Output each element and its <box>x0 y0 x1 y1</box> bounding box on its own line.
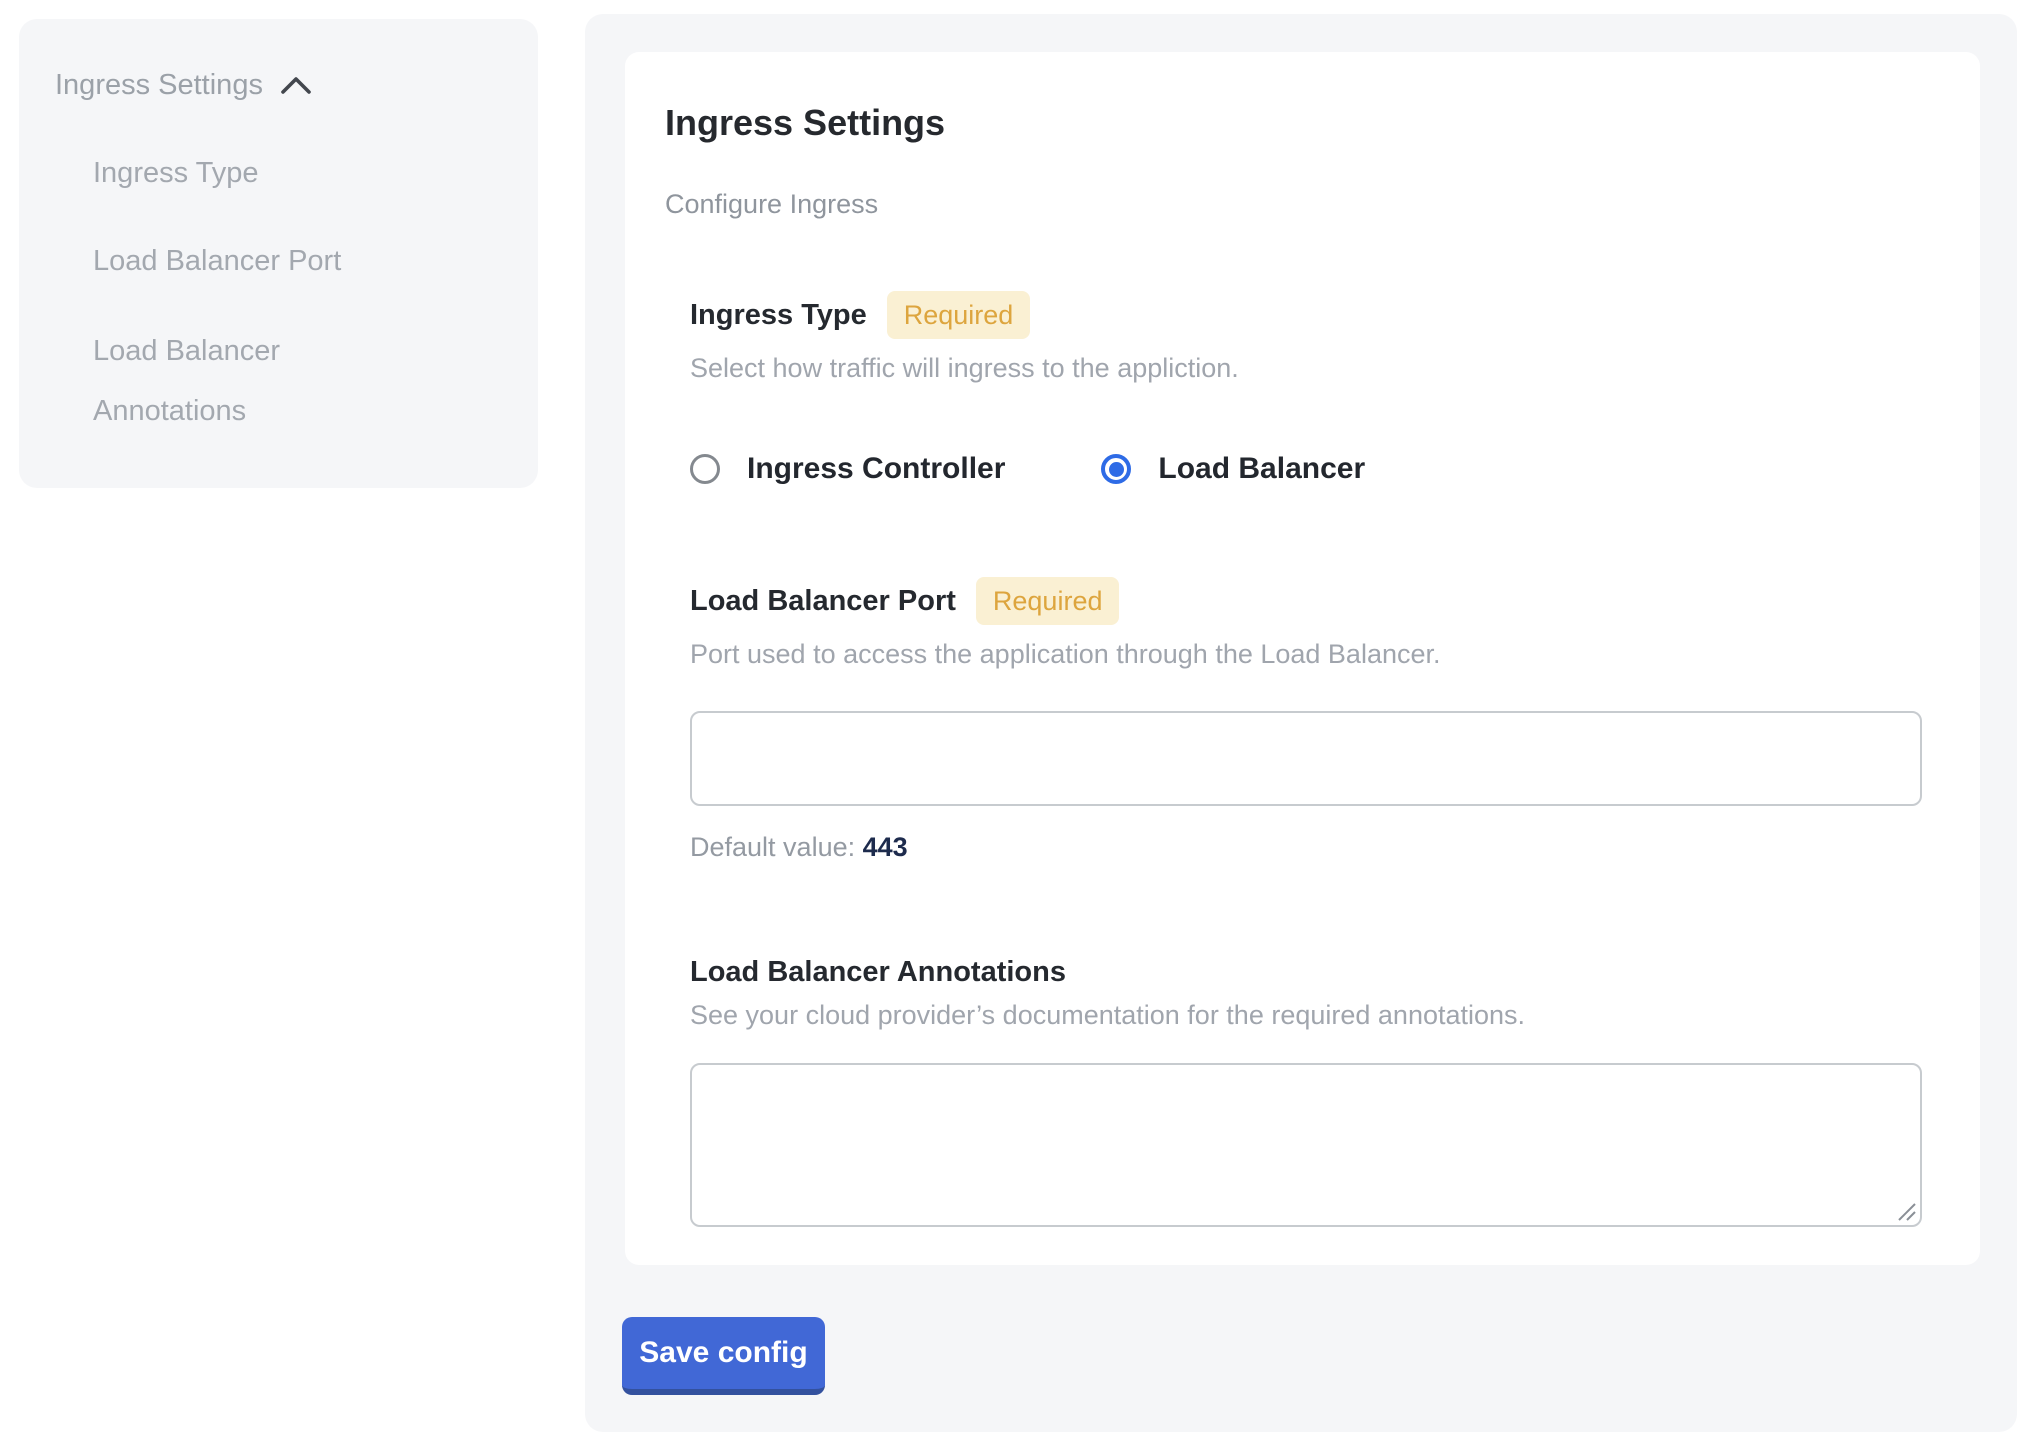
sidebar-item-load-balancer-port[interactable]: Load Balancer Port <box>93 243 438 279</box>
sidebar-item-load-balancer-annotations[interactable]: Load Balancer Annotations <box>93 321 438 441</box>
settings-sidebar: Ingress Settings Ingress Type Load Balan… <box>19 19 538 488</box>
ingress-settings-card: Ingress Settings Configure Ingress Ingre… <box>625 52 1980 1265</box>
save-config-button[interactable]: Save config <box>622 1317 825 1395</box>
sidebar-item-list: Ingress Type Load Balancer Port Load Bal… <box>93 155 438 441</box>
default-value-label: Default value: <box>690 832 855 862</box>
load-balancer-port-label: Load Balancer Port <box>690 583 956 619</box>
radio-selected-icon[interactable] <box>1101 454 1131 484</box>
load-balancer-annotations-label: Load Balancer Annotations <box>690 954 1066 990</box>
form-sections: Ingress Type Required Select how traffic… <box>690 291 1922 1227</box>
default-value-number: 443 <box>863 832 908 862</box>
required-badge: Required <box>976 577 1120 625</box>
load-balancer-annotations-description: See your cloud provider’s documentation … <box>690 998 1922 1032</box>
load-balancer-port-description: Port used to access the application thro… <box>690 637 1922 671</box>
required-badge: Required <box>887 291 1031 339</box>
radio-option-label[interactable]: Ingress Controller <box>747 451 1005 487</box>
ingress-type-heading: Ingress Type Required <box>690 291 1922 339</box>
sidebar-item-ingress-type[interactable]: Ingress Type <box>93 155 438 191</box>
page-title: Ingress Settings <box>665 102 1922 144</box>
page-subtitle: Configure Ingress <box>665 188 1922 221</box>
load-balancer-port-input[interactable] <box>690 711 1922 806</box>
radio-option-label[interactable]: Load Balancer <box>1158 451 1365 487</box>
ingress-type-label: Ingress Type <box>690 297 867 333</box>
radio-unselected-icon[interactable] <box>690 454 720 484</box>
chevron-up-icon <box>279 73 313 97</box>
radio-option-0[interactable]: Ingress Controller <box>690 451 1005 487</box>
main-panel: Ingress Settings Configure Ingress Ingre… <box>585 14 2017 1432</box>
sidebar-section-label: Ingress Settings <box>55 67 263 103</box>
sidebar-section-ingress-settings[interactable]: Ingress Settings <box>55 67 502 103</box>
load-balancer-annotations-heading: Load Balancer Annotations <box>690 954 1922 990</box>
ingress-type-description: Select how traffic will ingress to the a… <box>690 351 1922 385</box>
annotations-textarea-wrap <box>690 1063 1922 1227</box>
default-value-note: Default value: 443 <box>690 830 1922 864</box>
ingress-type-radio-group: Ingress Controller Load Balancer <box>690 451 1922 487</box>
load-balancer-port-heading: Load Balancer Port Required <box>690 577 1922 625</box>
load-balancer-annotations-textarea[interactable] <box>690 1063 1922 1227</box>
radio-option-1[interactable]: Load Balancer <box>1101 451 1365 487</box>
